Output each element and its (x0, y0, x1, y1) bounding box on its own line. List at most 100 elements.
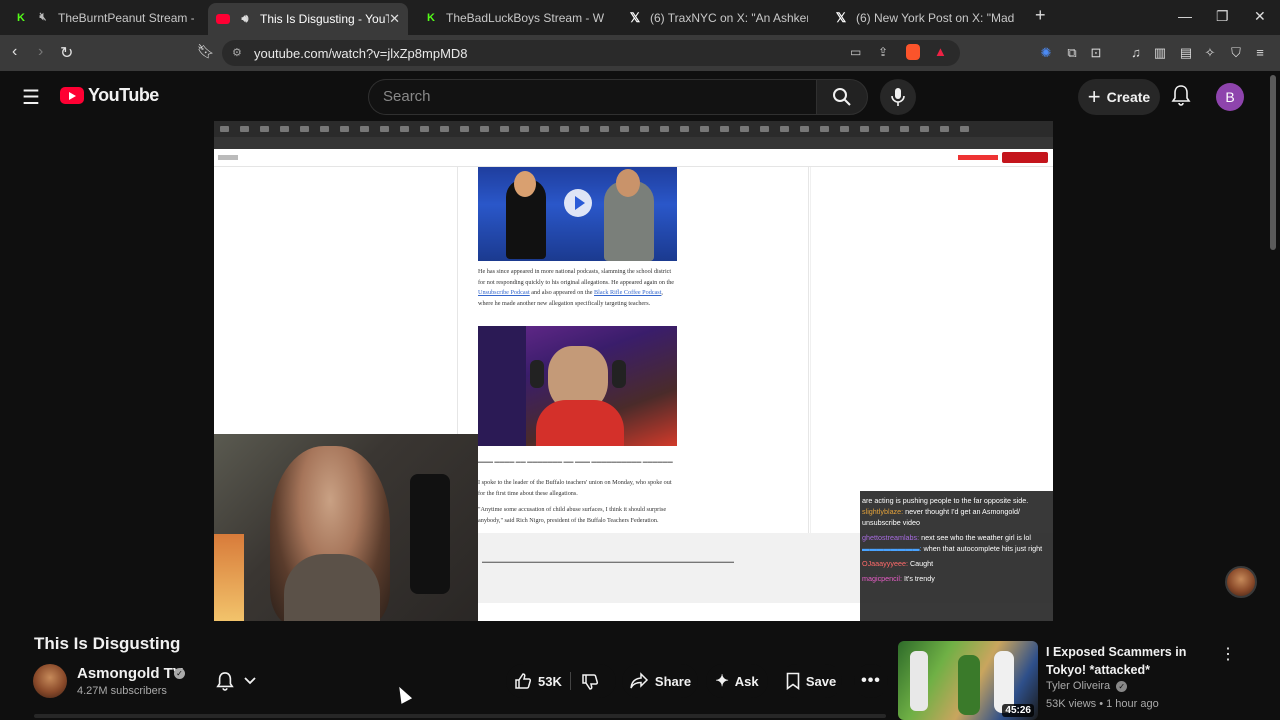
youtube-play-icon (60, 87, 84, 104)
dislike-button[interactable] (581, 673, 599, 694)
youtube-header: ☰ YouTube Search + Create B (0, 71, 1280, 121)
chat-message: ▬▬▬▬▬▬▬▬: when that autocomplete hits ju… (862, 544, 1043, 553)
browser-tab-1[interactable]: K 🔇︎ TheBurntPeanut Stream - Watch L (6, 4, 202, 31)
mouse-cursor (393, 684, 413, 704)
video-title: This Is Disgusting (34, 634, 181, 653)
more-horizontal-icon: ••• (861, 672, 881, 689)
recommended-video-thumbnail[interactable]: 45:26 (898, 641, 1038, 720)
recommended-video-title[interactable]: I Exposed Scammers in Tokyo! *attacked* (1046, 643, 1216, 679)
description-box-edge (34, 714, 886, 718)
new-tab-icon[interactable]: + (1035, 5, 1046, 26)
reload-icon[interactable]: ↻ (60, 43, 73, 63)
chat-message: ghettostreamlabs: next see who the weath… (862, 533, 1032, 542)
share-page-icon[interactable]: ⇪ (878, 45, 888, 59)
embedded-browser-chrome (214, 121, 1053, 149)
x-icon: 𝕏 (835, 9, 847, 25)
search-button[interactable] (816, 79, 868, 115)
plus-icon: + (1087, 84, 1101, 109)
recommended-channel[interactable]: Tyler Oliveira ✓ (1046, 680, 1128, 692)
bookmark-icon[interactable]: 🔖︎ (197, 43, 215, 60)
share-button[interactable]: Share (622, 664, 698, 698)
bell-icon (216, 672, 234, 691)
back-icon[interactable]: ‹ (12, 43, 17, 61)
subscription-bell-button[interactable] (206, 664, 266, 698)
channel-name[interactable]: Asmongold TV (77, 665, 183, 682)
audio-icon: 🔊︎ (241, 12, 249, 25)
vpn-icon[interactable]: ⛉ (1228, 45, 1244, 61)
youtube-icon (216, 14, 230, 24)
restore-icon[interactable]: ❐ (1216, 8, 1229, 25)
voice-search-button[interactable] (880, 79, 916, 115)
article-video-thumbnail[interactable] (478, 167, 677, 261)
brave-rewards-icon[interactable]: ▲ (934, 44, 947, 59)
like-button[interactable] (514, 672, 532, 693)
more-actions-button[interactable]: ••• (854, 664, 888, 698)
url-field[interactable]: ⚙ youtube.com/watch?v=jlxZp8mpMD8 ▭ ⇪ ▲ (222, 40, 960, 66)
browser-tab-5[interactable]: 𝕏 (6) New York Post on X: "Maduro Op (826, 4, 1022, 31)
article-paragraph-2: I spoke to the leader of the Buffalo tea… (478, 479, 672, 497)
wallet-icon[interactable]: ▤ (1178, 45, 1194, 61)
verified-badge-icon: ✓ (1116, 681, 1128, 692)
chevron-down-icon (244, 677, 256, 685)
minimize-icon[interactable]: — (1178, 8, 1192, 24)
brave-shield-icon[interactable] (906, 44, 920, 60)
kick-icon: K (427, 11, 435, 24)
save-button[interactable]: Save (780, 664, 842, 698)
browser-tab-2[interactable]: 🔊︎ This Is Disgusting - YouTube ✕ (208, 3, 408, 35)
thumbs-up-icon (515, 673, 532, 689)
article-link-1[interactable]: Unsubscribe Podcast (478, 289, 530, 296)
chat-message: magicpencil: It's trendy (862, 574, 935, 583)
site-info-icon[interactable]: ⚙ (232, 46, 242, 59)
floating-channel-avatar[interactable] (1225, 566, 1257, 598)
close-window-icon[interactable]: ✕ (1254, 8, 1266, 25)
cast-icon[interactable]: ▭ (850, 45, 861, 59)
browser-tab-3[interactable]: K TheBadLuckBoys Stream - Watch Live (416, 4, 612, 31)
screenshot-icon[interactable]: ⊡ (1088, 45, 1104, 61)
youtube-logo[interactable]: YouTube (60, 85, 159, 106)
microphone-icon (891, 88, 905, 106)
article-header (214, 149, 1053, 167)
browser-address-bar: ‹ › ↻ 🔖︎ ⚙ youtube.com/watch?v=jlxZp8mpM… (0, 35, 1280, 71)
browser-tab-4[interactable]: 𝕏 (6) TraxNYC on X: "An Ashkenazi less (620, 4, 816, 31)
chat-message: are acting is pushing people to the far … (862, 496, 1029, 505)
stream-chat-overlay: are acting is pushing people to the far … (860, 491, 1053, 621)
video-duration: 45:26 (1002, 704, 1034, 717)
divider (570, 672, 571, 690)
search-icon (833, 88, 851, 106)
chat-message: OJaaayyyeee: Caught (862, 559, 934, 568)
recommended-more-icon[interactable]: ⋮ (1220, 644, 1236, 664)
extensions-icon[interactable]: ⧉ (1064, 45, 1080, 61)
bookmark-icon (786, 672, 800, 690)
close-tab-icon[interactable]: ✕ (389, 11, 400, 27)
article-paragraph-1: He has since appeared in more national p… (478, 268, 675, 307)
image-caption: ▬▬▬ ▬▬▬▬ ▬▬ ▬▬▬▬▬▬▬ ▬▬ ▬▬▬ ▬▬▬▬▬▬▬▬▬▬ ▬▬… (478, 459, 673, 465)
menu-icon[interactable]: ≡ (1252, 45, 1268, 61)
article-paragraph-3: "Anytime some accusation of child abuse … (478, 506, 667, 524)
play-icon[interactable] (564, 189, 592, 217)
extension-blue-icon[interactable]: ✺ (1038, 45, 1054, 61)
x-icon: 𝕏 (629, 9, 641, 25)
share-icon (630, 672, 648, 689)
leo-icon[interactable]: ✧ (1202, 45, 1218, 61)
article-link-2[interactable]: Black Rifle Coffee Podcast (594, 289, 661, 296)
media-icon[interactable]: ♫ (1128, 45, 1144, 61)
scrollbar[interactable] (1270, 75, 1276, 250)
account-avatar[interactable]: B (1216, 83, 1244, 111)
channel-avatar[interactable] (33, 664, 67, 698)
create-button[interactable]: + Create (1078, 79, 1160, 115)
verified-badge-icon: ✓ (174, 668, 185, 679)
browser-tab-bar: K 🔇︎ TheBurntPeanut Stream - Watch L 🔊︎ … (0, 0, 1280, 35)
thumbs-down-icon (582, 674, 599, 690)
subscriber-count: 4.27M subscribers (77, 685, 167, 697)
hamburger-menu-icon[interactable]: ☰ (22, 85, 40, 110)
ask-button[interactable]: ✦ Ask (706, 664, 768, 698)
like-count: 53K (538, 674, 562, 689)
kick-icon: K (17, 11, 25, 24)
sidebar-icon[interactable]: ▥ (1152, 45, 1168, 61)
like-dislike-group: 53K (506, 664, 616, 698)
notifications-bell-icon[interactable] (1171, 84, 1191, 111)
forward-icon[interactable]: › (38, 43, 43, 61)
chat-message: slightlyblaze: never thought I'd get an … (862, 507, 1021, 527)
video-player[interactable]: He has since appeared in more national p… (214, 121, 1053, 621)
search-input[interactable]: Search (368, 79, 816, 115)
